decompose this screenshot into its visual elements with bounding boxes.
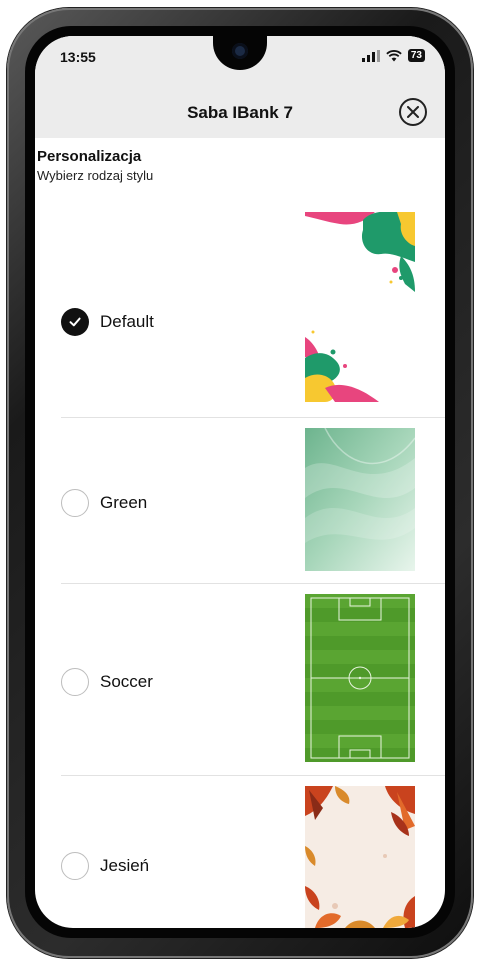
status-time: 13:55 (60, 49, 96, 65)
signal-icon (361, 49, 380, 62)
option-label: Jesień (100, 856, 150, 875)
phone-frame: 13:55 73 Saba IBank 7 Personalizacja Wyb… (7, 8, 473, 958)
style-option-soccer[interactable]: Soccer (61, 594, 445, 766)
section-subtitle: Wybierz rodzaj stylu (37, 168, 154, 183)
checkmark-icon (69, 317, 81, 327)
thumbnail-soccer (305, 594, 415, 762)
option-label: Soccer (100, 672, 153, 691)
battery-icon: 73 (407, 49, 425, 62)
option-label: Default (100, 312, 154, 331)
phone-bezel: 13:55 73 Saba IBank 7 Personalizacja Wyb… (25, 26, 455, 938)
section-title: Personalizacja (37, 148, 142, 165)
radio-green[interactable] (61, 489, 89, 517)
divider (61, 775, 445, 776)
status-icons: 73 (361, 49, 425, 62)
close-button[interactable] (399, 98, 427, 126)
option-label: Green (100, 493, 148, 512)
radio-default[interactable] (61, 308, 89, 336)
style-option-default[interactable]: Default (61, 212, 445, 407)
app-title: Saba IBank 7 (187, 103, 293, 122)
thumbnail-jesien (305, 786, 415, 928)
status-bar: 13:55 73 (35, 36, 445, 88)
divider (61, 583, 445, 584)
divider (61, 417, 445, 418)
radio-jesien[interactable] (61, 852, 89, 880)
thumbnail-default (305, 212, 415, 402)
screen: 13:55 73 Saba IBank 7 Personalizacja Wyb… (35, 36, 445, 928)
front-camera (232, 43, 248, 59)
thumbnail-green (305, 428, 415, 571)
app-header: Saba IBank 7 (35, 88, 445, 138)
style-option-jesien[interactable]: Jesień (61, 786, 445, 928)
radio-soccer[interactable] (61, 668, 89, 696)
close-icon (407, 106, 419, 118)
style-option-green[interactable]: Green (61, 428, 445, 578)
wifi-icon (386, 49, 402, 61)
